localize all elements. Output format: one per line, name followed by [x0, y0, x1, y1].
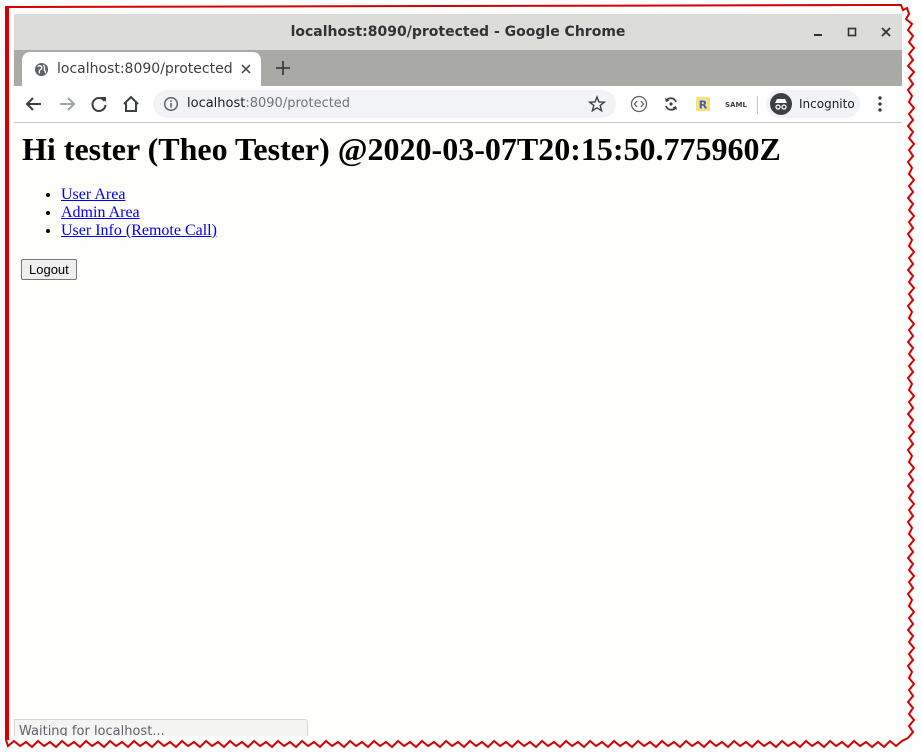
tab-label: localhost:8090/protected: [57, 61, 233, 77]
browser-toolbar: localhost:8090/protected R SAML Incognit…: [14, 86, 902, 123]
close-icon[interactable]: [876, 22, 896, 42]
list-item: Admin Area: [61, 204, 217, 222]
incognito-label: Incognito: [799, 97, 855, 111]
nav-link-list: User Area Admin Area User Info (Remote C…: [21, 186, 217, 240]
status-text: Waiting for localhost...: [19, 724, 165, 736]
status-bar: Waiting for localhost...: [14, 719, 308, 736]
more-options-icon[interactable]: [872, 94, 888, 114]
url-text: localhost:8090/protected: [187, 90, 350, 118]
browser-window: localhost:8090/protected - Google Chrome…: [14, 14, 902, 736]
title-bar: localhost:8090/protected - Google Chrome: [14, 14, 902, 51]
user-area-link[interactable]: User Area: [61, 186, 125, 203]
svg-text:R: R: [699, 99, 708, 112]
incognito-indicator[interactable]: Incognito: [766, 90, 860, 118]
extension-code-icon[interactable]: [630, 95, 648, 113]
extension-r-icon[interactable]: R: [694, 95, 712, 113]
maximize-icon[interactable]: [842, 22, 862, 42]
address-bar[interactable]: localhost:8090/protected: [153, 90, 616, 118]
page-heading: Hi tester (Theo Tester) @2020-03-07T20:1…: [22, 131, 781, 167]
incognito-icon: [770, 93, 792, 115]
info-icon[interactable]: [163, 96, 179, 112]
extension-saml-icon[interactable]: SAML: [725, 95, 747, 113]
back-icon[interactable]: [23, 93, 45, 115]
toolbar-separator: [757, 96, 758, 114]
forward-icon[interactable]: [56, 93, 78, 115]
page-content: Hi tester (Theo Tester) @2020-03-07T20:1…: [14, 123, 902, 736]
list-item: User Area: [61, 186, 217, 204]
list-item: User Info (Remote Call): [61, 222, 217, 240]
home-icon[interactable]: [120, 93, 142, 115]
globe-icon: [34, 62, 49, 77]
admin-area-link[interactable]: Admin Area: [61, 204, 140, 221]
svg-text:SAML: SAML: [725, 101, 747, 109]
new-tab-button[interactable]: [272, 57, 294, 79]
tab-localhost-protected[interactable]: localhost:8090/protected: [22, 52, 261, 86]
window-title: localhost:8090/protected - Google Chrome: [290, 24, 626, 40]
extension-sync-icon[interactable]: [662, 95, 680, 113]
url-path: :8090/protected: [245, 96, 351, 111]
user-info-link[interactable]: User Info (Remote Call): [61, 222, 217, 239]
minimize-icon[interactable]: [808, 22, 828, 42]
url-host: localhost: [187, 96, 246, 111]
reload-icon[interactable]: [88, 93, 110, 115]
tab-strip: localhost:8090/protected: [14, 50, 902, 86]
logout-button[interactable]: Logout: [21, 259, 77, 280]
star-icon[interactable]: [588, 95, 606, 113]
tab-close-icon[interactable]: [237, 60, 255, 78]
